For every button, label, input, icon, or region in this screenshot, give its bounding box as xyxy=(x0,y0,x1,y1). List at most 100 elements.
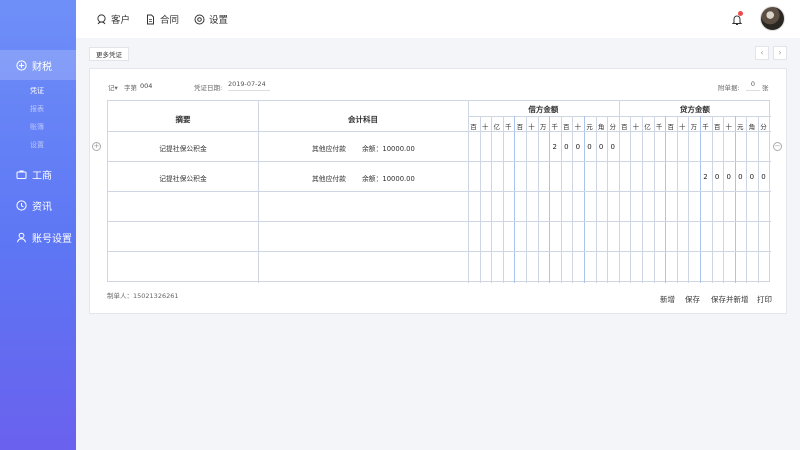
credit-digit-header: 百 xyxy=(667,123,674,131)
debit-digit-header: 百 xyxy=(470,123,477,131)
save-button[interactable]: 保存 xyxy=(685,294,700,305)
sidebar-item-business[interactable]: 工商 xyxy=(0,159,76,189)
credit-digit[interactable]: 0 xyxy=(712,173,723,181)
grid-line xyxy=(526,116,527,283)
voucher-type-select[interactable]: 记▾ xyxy=(108,82,118,92)
credit-digit-header: 十 xyxy=(632,123,640,131)
credit-digit-header: 千 xyxy=(655,123,663,131)
debit-digit[interactable]: 2 xyxy=(549,143,560,151)
col-account-header: 会计科目 xyxy=(348,115,378,124)
credit-digit-header: 百 xyxy=(713,123,721,131)
debit-digit-header: 亿 xyxy=(493,123,500,131)
debit-digit-header: 万 xyxy=(539,123,547,131)
sidebar-item-account[interactable]: 账号设置 xyxy=(0,222,76,252)
sidebar-item-label: 财税 xyxy=(32,61,52,73)
briefcase-icon xyxy=(16,169,27,180)
debit-digit-header: 角 xyxy=(597,123,605,131)
save-and-new-button[interactable]: 保存并新增 xyxy=(711,294,749,305)
debit-digit[interactable]: 0 xyxy=(584,143,595,151)
debit-digit-header: 千 xyxy=(551,123,558,131)
grid-line xyxy=(758,116,759,283)
nav-customer[interactable]: 客户 xyxy=(96,12,130,26)
sidebar-item-news[interactable]: 资讯 xyxy=(0,190,76,220)
debit-digit[interactable]: 0 xyxy=(561,143,572,151)
account-cell[interactable]: 其他应付款 xyxy=(312,173,346,183)
debit-digit-header: 百 xyxy=(516,123,524,131)
user-icon xyxy=(16,232,27,243)
sidebar-sub-ledger[interactable]: 账簿 xyxy=(30,122,44,132)
balance-text: 余额：10000.00 xyxy=(362,175,415,183)
debit-digit-header: 百 xyxy=(563,123,570,131)
credit-digit[interactable]: 0 xyxy=(723,173,734,181)
summary-cell[interactable]: 记提社保公积金 xyxy=(108,143,258,153)
nav-label: 合同 xyxy=(160,15,180,26)
document-icon xyxy=(147,14,154,24)
avatar[interactable] xyxy=(760,6,785,31)
grid-line xyxy=(584,116,585,283)
remove-row-icon[interactable]: − xyxy=(773,142,782,151)
voucher-number[interactable]: 004 xyxy=(140,82,152,90)
debit-digit[interactable]: 0 xyxy=(572,143,583,151)
credit-digit-header: 元 xyxy=(737,123,744,131)
summary-cell[interactable]: 记提社保公积金 xyxy=(108,173,258,183)
grid-line xyxy=(723,116,725,283)
chevron-down-icon: ▾ xyxy=(114,84,118,92)
grid-line xyxy=(491,116,493,283)
debit-digit[interactable]: 0 xyxy=(596,143,607,151)
sidebar-item-tax[interactable]: 财税 xyxy=(0,50,76,80)
grid-line xyxy=(108,191,771,192)
sidebar-sub-voucher[interactable]: 凭证 xyxy=(30,86,44,96)
debit-digit-header: 十 xyxy=(481,123,489,131)
debit-digit-header: 十 xyxy=(574,123,582,131)
credit-digit-header: 分 xyxy=(760,123,767,131)
credit-digit[interactable]: 0 xyxy=(746,173,757,181)
grid-line xyxy=(700,116,701,283)
sidebar-sub-report[interactable]: 报表 xyxy=(30,104,44,114)
grid-line xyxy=(572,116,574,283)
sidebar-sub-settings[interactable]: 设置 xyxy=(30,140,44,150)
grid-line xyxy=(549,116,551,283)
grid-line xyxy=(468,101,469,283)
debit-digit-header: 千 xyxy=(505,123,512,131)
grid-line xyxy=(108,251,771,252)
grid-line xyxy=(618,101,620,283)
grid-line xyxy=(676,116,678,283)
credit-digit-header: 万 xyxy=(690,123,698,131)
grid-line xyxy=(734,116,736,283)
nav-contract[interactable]: 合同 xyxy=(145,12,179,26)
grid-line xyxy=(108,131,771,132)
prev-button[interactable]: ‹ xyxy=(755,46,769,60)
more-vouchers-button[interactable]: 更多凭证 xyxy=(89,47,129,61)
add-button[interactable]: 新增 xyxy=(660,294,675,305)
debit-digit-header: 元 xyxy=(586,123,593,131)
print-button[interactable]: 打印 xyxy=(757,294,772,305)
grid-line xyxy=(630,116,632,283)
maker-label: 制单人：15021326261 xyxy=(107,292,179,300)
credit-digit[interactable]: 0 xyxy=(758,173,769,181)
col-credit-header: 贷方金额 xyxy=(679,105,710,114)
nav-label: 设置 xyxy=(209,15,229,26)
voucher-number-label: 字第 xyxy=(124,84,137,92)
voucher-date-field[interactable]: 2019-07-24 xyxy=(228,80,270,91)
grid-line xyxy=(642,116,643,283)
attach-unit: 张 xyxy=(762,84,769,92)
col-summary-header: 摘要 xyxy=(175,115,191,124)
top-bar: 客户 合同 设置 xyxy=(76,0,800,38)
grid-line xyxy=(560,116,562,283)
debit-digit[interactable]: 0 xyxy=(607,143,618,151)
grid-line xyxy=(108,161,771,162)
sidebar-item-label: 工商 xyxy=(32,170,52,182)
credit-digit-header: 千 xyxy=(702,123,709,131)
next-button[interactable]: › xyxy=(773,46,787,60)
add-row-icon[interactable]: + xyxy=(92,142,101,151)
credit-digit[interactable]: 2 xyxy=(700,173,711,181)
balance-text: 余额：10000.00 xyxy=(362,145,415,153)
credit-digit[interactable]: 0 xyxy=(735,173,746,181)
settings-icon xyxy=(194,14,205,24)
nav-settings[interactable]: 设置 xyxy=(194,12,228,26)
account-cell[interactable]: 其他应付款 xyxy=(312,143,346,153)
circle-plus-icon xyxy=(16,59,27,71)
credit-digit-header: 十 xyxy=(725,123,732,131)
credit-digit-header: 亿 xyxy=(644,123,651,131)
attach-count-field[interactable]: 0 xyxy=(746,80,760,91)
